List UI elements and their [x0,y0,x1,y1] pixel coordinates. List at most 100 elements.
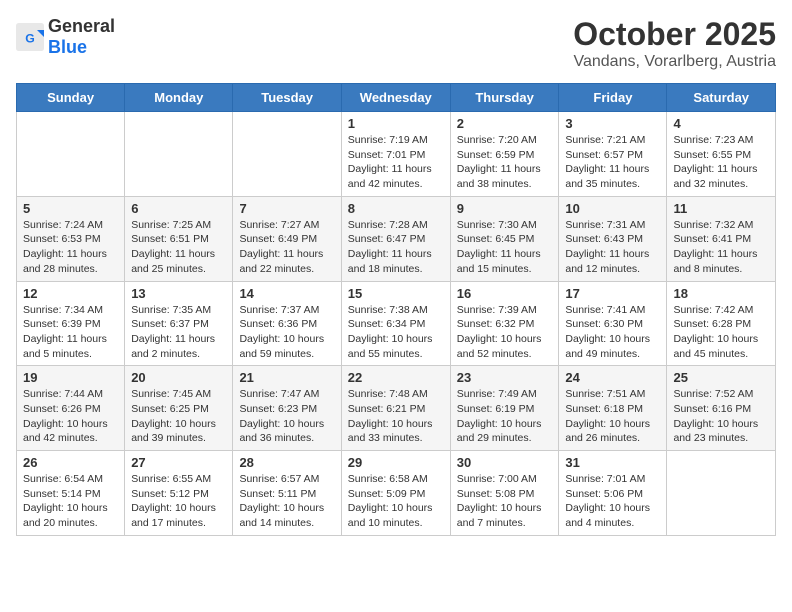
day-info: Sunrise: 7:34 AM Sunset: 6:39 PM Dayligh… [23,303,118,362]
day-info: Sunrise: 7:39 AM Sunset: 6:32 PM Dayligh… [457,303,553,362]
day-number: 1 [348,116,444,131]
day-info: Sunrise: 7:30 AM Sunset: 6:45 PM Dayligh… [457,218,553,277]
day-number: 17 [565,286,660,301]
calendar-week-5: 26 Sunrise: 6:54 AM Sunset: 5:14 PM Dayli… [17,451,776,536]
calendar-week-2: 5Sunrise: 7:24 AM Sunset: 6:53 PM Daylig… [17,196,776,281]
day-info: Sunrise: 7:01 AM Sunset: 5:06 PM Dayligh… [565,472,660,531]
calendar-cell: 7Sunrise: 7:27 AM Sunset: 6:49 PM Daylig… [233,196,341,281]
day-header-wednesday: Wednesday [341,84,450,112]
day-header-saturday: Saturday [667,84,776,112]
calendar-cell: 23Sunrise: 7:49 AM Sunset: 6:19 PM Dayli… [450,366,559,451]
day-header-thursday: Thursday [450,84,559,112]
calendar-week-4: 19Sunrise: 7:44 AM Sunset: 6:26 PM Dayli… [17,366,776,451]
day-number: 25 [673,370,769,385]
day-number: 14 [239,286,334,301]
calendar-cell: 25 Sunrise: 7:52 AM Sunset: 6:16 PM Dayli… [667,366,776,451]
day-header-tuesday: Tuesday [233,84,341,112]
day-info: Sunrise: 7:48 AM Sunset: 6:21 PM Dayligh… [348,387,444,446]
calendar-cell: 28Sunrise: 6:57 AM Sunset: 5:11 PM Dayli… [233,451,341,536]
calendar-table: SundayMondayTuesdayWednesdayThursdayFrid… [16,83,776,536]
calendar-cell: 8 Sunrise: 7:28 AM Sunset: 6:47 PM Daylig… [341,196,450,281]
day-number: 21 [239,370,334,385]
calendar-cell: 30 Sunrise: 7:00 AM Sunset: 5:08 PM Dayli… [450,451,559,536]
day-number: 20 [131,370,226,385]
day-number: 16 [457,286,553,301]
day-header-friday: Friday [559,84,667,112]
day-number: 28 [239,455,334,470]
calendar-cell: 14 Sunrise: 7:37 AM Sunset: 6:36 PM Dayli… [233,281,341,366]
calendar-cell: 26 Sunrise: 6:54 AM Sunset: 5:14 PM Dayli… [17,451,125,536]
day-info: Sunrise: 7:44 AM Sunset: 6:26 PM Dayligh… [23,387,118,446]
calendar-cell: 17 Sunrise: 7:41 AM Sunset: 6:30 PM Dayli… [559,281,667,366]
day-info: Sunrise: 7:45 AM Sunset: 6:25 PM Dayligh… [131,387,226,446]
calendar-cell [667,451,776,536]
calendar-cell: 27Sunrise: 6:55 AM Sunset: 5:12 PM Dayli… [125,451,233,536]
day-number: 27 [131,455,226,470]
logo-general: General [48,16,115,36]
calendar-cell: 3Sunrise: 7:21 AM Sunset: 6:57 PM Daylig… [559,112,667,197]
day-info: Sunrise: 7:52 AM Sunset: 6:16 PM Dayligh… [673,387,769,446]
calendar-cell [233,112,341,197]
day-info: Sunrise: 7:31 AM Sunset: 6:43 PM Dayligh… [565,218,660,277]
day-number: 31 [565,455,660,470]
day-number: 24 [565,370,660,385]
calendar-week-3: 12 Sunrise: 7:34 AM Sunset: 6:39 PM Dayli… [17,281,776,366]
day-info: Sunrise: 7:19 AM Sunset: 7:01 PM Dayligh… [348,133,444,192]
calendar-cell: 6 Sunrise: 7:25 AM Sunset: 6:51 PM Daylig… [125,196,233,281]
calendar-cell: 19Sunrise: 7:44 AM Sunset: 6:26 PM Dayli… [17,366,125,451]
title-block: October 2025 Vandans, Vorarlberg, Austri… [573,16,776,71]
day-info: Sunrise: 7:20 AM Sunset: 6:59 PM Dayligh… [457,133,553,192]
calendar-cell: 18Sunrise: 7:42 AM Sunset: 6:28 PM Dayli… [667,281,776,366]
calendar-cell: 9 Sunrise: 7:30 AM Sunset: 6:45 PM Daylig… [450,196,559,281]
day-info: Sunrise: 7:00 AM Sunset: 5:08 PM Dayligh… [457,472,553,531]
calendar-cell [17,112,125,197]
month-title: October 2025 [573,16,776,53]
day-number: 13 [131,286,226,301]
day-number: 7 [239,201,334,216]
day-number: 26 [23,455,118,470]
day-number: 22 [348,370,444,385]
logo-blue: Blue [48,37,87,57]
day-info: Sunrise: 7:38 AM Sunset: 6:34 PM Dayligh… [348,303,444,362]
day-info: Sunrise: 7:28 AM Sunset: 6:47 PM Dayligh… [348,218,444,277]
day-info: Sunrise: 7:35 AM Sunset: 6:37 PM Dayligh… [131,303,226,362]
day-info: Sunrise: 7:47 AM Sunset: 6:23 PM Dayligh… [239,387,334,446]
calendar-cell: 5Sunrise: 7:24 AM Sunset: 6:53 PM Daylig… [17,196,125,281]
day-number: 30 [457,455,553,470]
day-info: Sunrise: 7:51 AM Sunset: 6:18 PM Dayligh… [565,387,660,446]
day-header-sunday: Sunday [17,84,125,112]
day-number: 4 [673,116,769,131]
page-header: G General Blue October 2025 Vandans, Vor… [16,16,776,71]
calendar-cell: 12 Sunrise: 7:34 AM Sunset: 6:39 PM Dayli… [17,281,125,366]
calendar-cell [125,112,233,197]
day-number: 10 [565,201,660,216]
logo-icon: G [16,23,44,51]
calendar-cell: 2 Sunrise: 7:20 AM Sunset: 6:59 PM Daylig… [450,112,559,197]
calendar-cell: 11Sunrise: 7:32 AM Sunset: 6:41 PM Dayli… [667,196,776,281]
day-info: Sunrise: 7:24 AM Sunset: 6:53 PM Dayligh… [23,218,118,277]
calendar-cell: 15 Sunrise: 7:38 AM Sunset: 6:34 PM Dayli… [341,281,450,366]
day-info: Sunrise: 6:54 AM Sunset: 5:14 PM Dayligh… [23,472,118,531]
day-number: 9 [457,201,553,216]
day-info: Sunrise: 7:42 AM Sunset: 6:28 PM Dayligh… [673,303,769,362]
day-number: 6 [131,201,226,216]
day-number: 23 [457,370,553,385]
day-info: Sunrise: 7:37 AM Sunset: 6:36 PM Dayligh… [239,303,334,362]
day-number: 12 [23,286,118,301]
day-info: Sunrise: 6:58 AM Sunset: 5:09 PM Dayligh… [348,472,444,531]
logo-text: General Blue [48,16,115,58]
day-info: Sunrise: 7:25 AM Sunset: 6:51 PM Dayligh… [131,218,226,277]
day-number: 15 [348,286,444,301]
calendar-cell: 10 Sunrise: 7:31 AM Sunset: 6:43 PM Dayli… [559,196,667,281]
calendar-cell: 24 Sunrise: 7:51 AM Sunset: 6:18 PM Dayli… [559,366,667,451]
day-number: 8 [348,201,444,216]
location-title: Vandans, Vorarlberg, Austria [573,53,776,71]
day-number: 2 [457,116,553,131]
day-header-monday: Monday [125,84,233,112]
day-info: Sunrise: 7:23 AM Sunset: 6:55 PM Dayligh… [673,133,769,192]
calendar-header-row: SundayMondayTuesdayWednesdayThursdayFrid… [17,84,776,112]
calendar-cell: 13 Sunrise: 7:35 AM Sunset: 6:37 PM Dayli… [125,281,233,366]
day-number: 11 [673,201,769,216]
day-info: Sunrise: 7:41 AM Sunset: 6:30 PM Dayligh… [565,303,660,362]
calendar-cell: 22 Sunrise: 7:48 AM Sunset: 6:21 PM Dayli… [341,366,450,451]
